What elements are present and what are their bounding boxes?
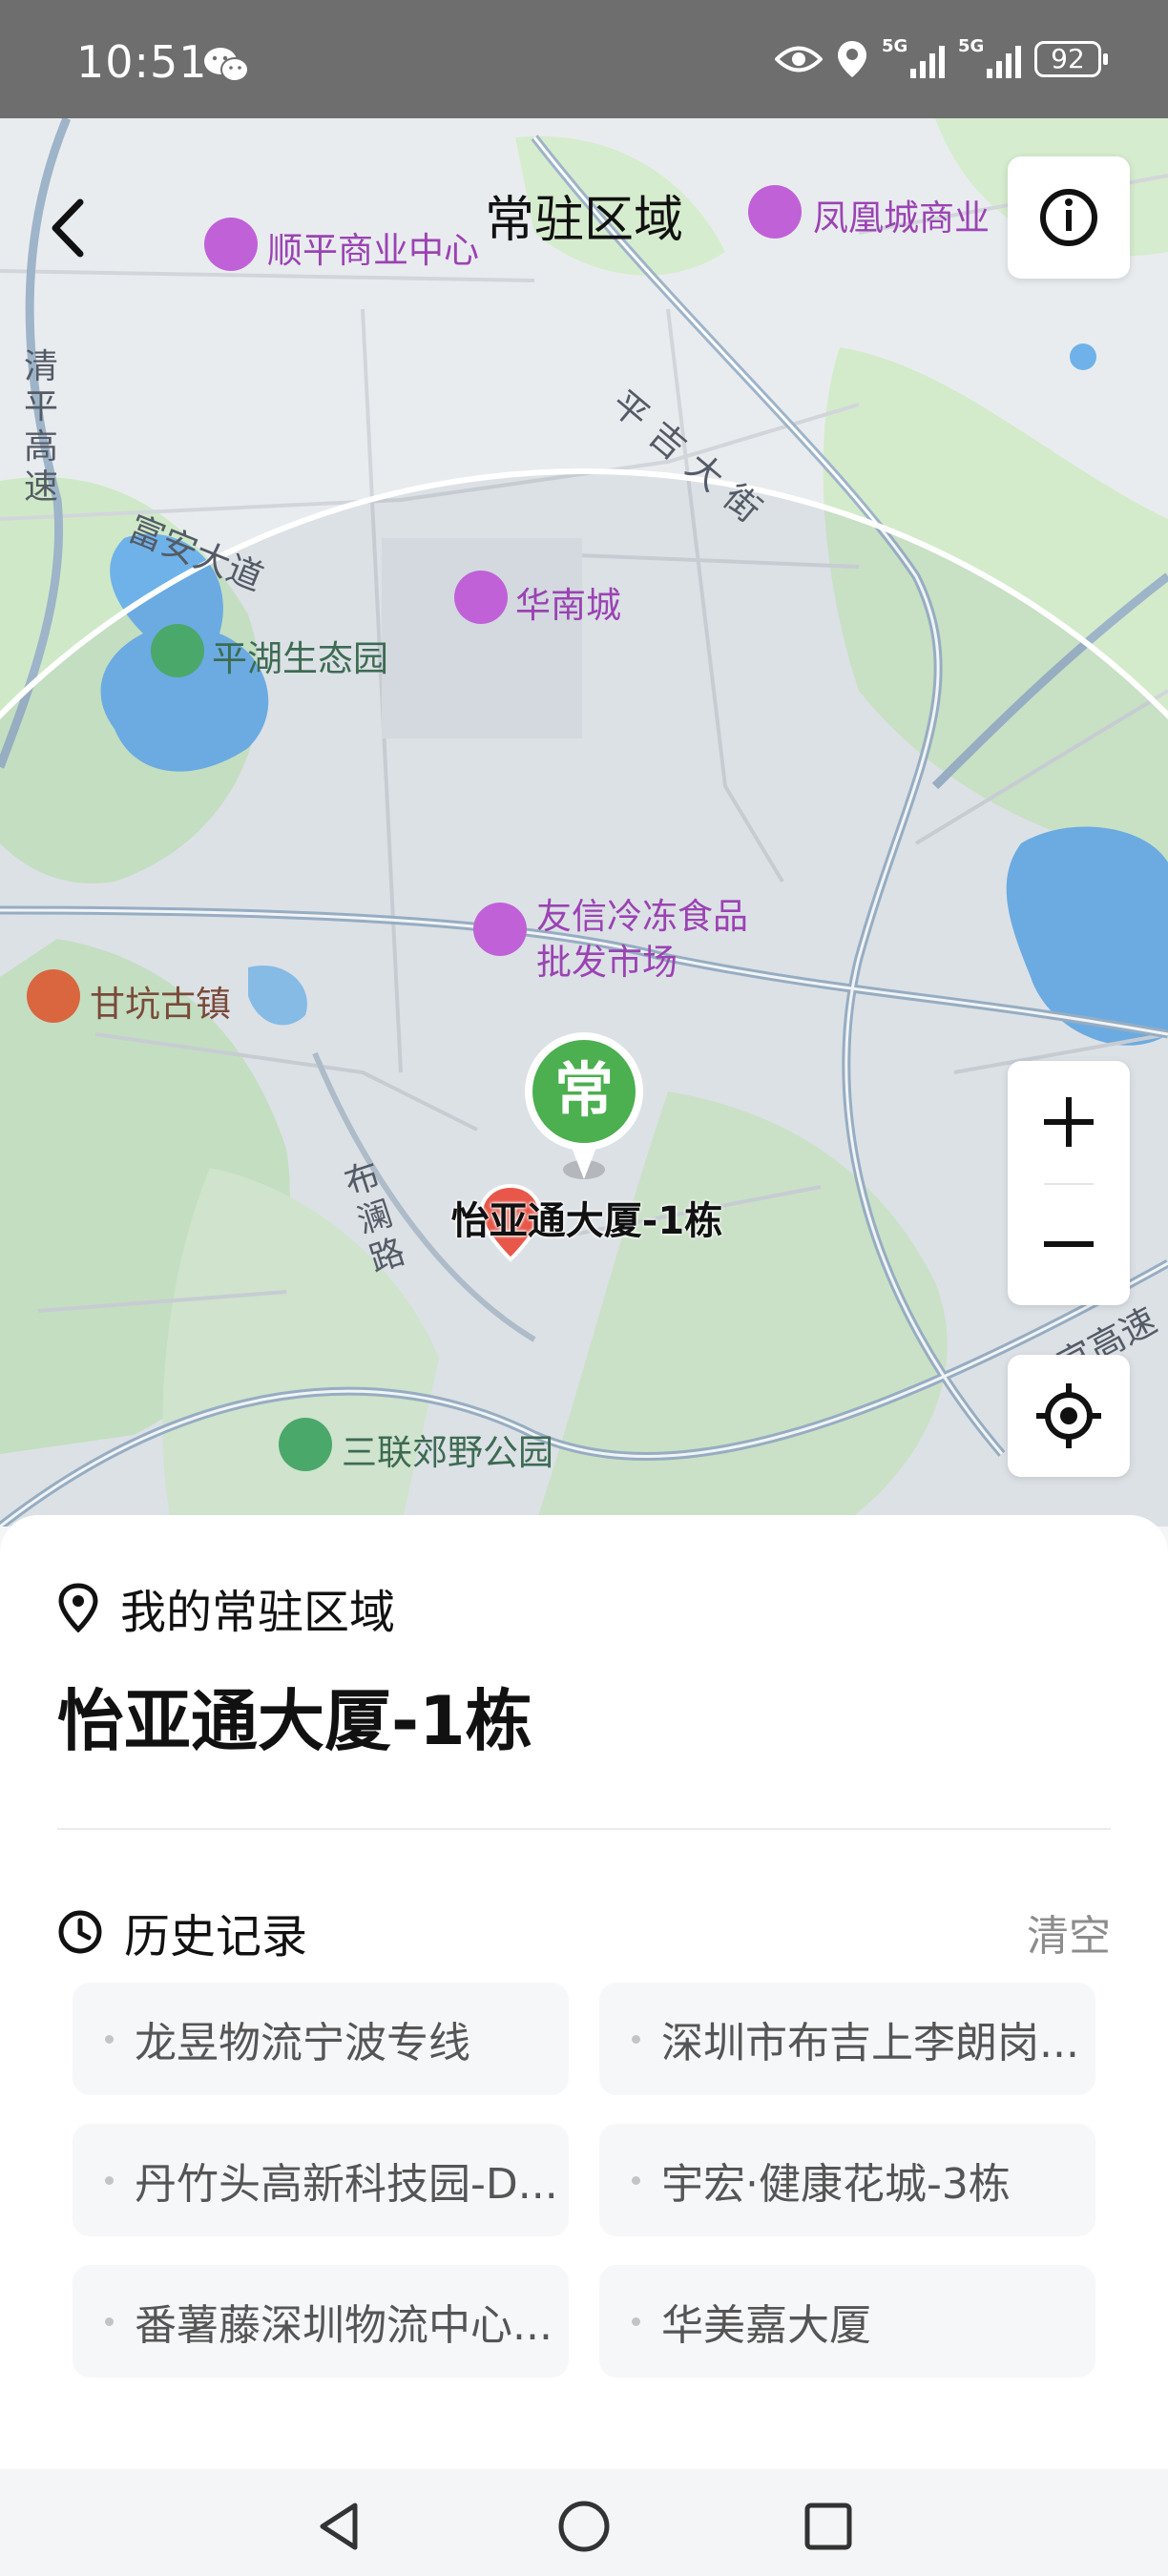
poi-label-pinghu-park: 平湖生态园 [212, 638, 388, 679]
nav-back-icon[interactable] [311, 2498, 368, 2555]
history-chip-label: 番薯藤深圳物流中心... [135, 2301, 553, 2350]
locate-icon [1036, 1383, 1101, 1448]
poi-label-sanlian: 三联郊野公园 [342, 1432, 553, 1473]
divider [57, 1828, 1111, 1830]
bullet [632, 2034, 640, 2044]
poi-label-huanancheng: 华南城 [515, 585, 621, 626]
eye-icon [775, 46, 823, 73]
location-pin-outline-icon [58, 1583, 98, 1632]
zoom-in-button[interactable] [1008, 1061, 1130, 1183]
bullet [105, 2316, 114, 2326]
marker-label: 怡亚通大厦-1栋 [450, 1199, 723, 1243]
bullet [105, 2034, 114, 2044]
map-base [0, 118, 1168, 1527]
history-chip[interactable]: 龙昱物流宁波专线 [73, 1983, 569, 2095]
status-bar: 10:51 5G 5G 92 [0, 0, 1168, 118]
park-icon [151, 624, 204, 677]
road-label-qingping: 清平高速 [23, 347, 58, 507]
history-chip-label: 深圳市布吉上李朗岗... [661, 2019, 1079, 2067]
history-header: 历史记录 [57, 1899, 307, 1965]
history-title: 历史记录 [124, 1910, 308, 1963]
poi-label-youxin-1: 友信冷冻食品 [536, 896, 748, 937]
poi-label-youxin-2: 批发市场 [536, 942, 678, 983]
history-chip[interactable]: 番薯藤深圳物流中心... [73, 2265, 569, 2378]
history-chip-label: 华美嘉大厦 [661, 2301, 871, 2350]
clock-icon [58, 1910, 102, 1954]
poi-label-gankeng: 甘坑古镇 [90, 984, 231, 1025]
region-sheet: 我的常驻区域 怡亚通大厦-1栋 历史记录 清空 龙昱物流宁波专线 深圳市布吉上李… [0, 1515, 1168, 2469]
landmark-icon [27, 969, 80, 1023]
my-region-title: 我的常驻区域 [120, 1586, 396, 1639]
history-chip[interactable]: 华美嘉大厦 [599, 2265, 1095, 2378]
history-chip[interactable]: 丹竹头高新科技园-D... [73, 2124, 569, 2236]
battery-icon: 92 [1034, 41, 1108, 77]
my-region-header: 我的常驻区域 [57, 1574, 395, 1641]
nav-recents-icon[interactable] [800, 2498, 857, 2555]
zoom-out-button[interactable] [1008, 1183, 1130, 1305]
history-chip-label: 宇宏·健康花城-3栋 [661, 2160, 1011, 2209]
signal-label-2: 5G [958, 36, 985, 56]
signal-icon-2: 5G [958, 36, 1021, 78]
zoom-controls [1008, 1061, 1130, 1305]
market-icon-2 [473, 903, 527, 956]
history-chip-label: 丹竹头高新科技园-D... [135, 2160, 558, 2209]
park-icon-2 [279, 1418, 332, 1471]
bullet [632, 2316, 640, 2326]
system-nav-bar [0, 2469, 1168, 2576]
location-status-icon [838, 41, 866, 77]
region-name: 怡亚通大厦-1栋 [57, 1682, 532, 1760]
locate-button[interactable] [1008, 1355, 1130, 1477]
signal-icon: 5G [882, 36, 945, 78]
history-chip-label: 龙昱物流宁波专线 [135, 2019, 470, 2067]
status-time: 10:51 [76, 36, 208, 88]
bullet [105, 2175, 114, 2185]
info-button[interactable] [1008, 156, 1130, 279]
bullet [632, 2175, 640, 2185]
page-title: 常驻区域 [484, 192, 683, 249]
wechat-icon [204, 48, 249, 82]
history-chip[interactable]: 宇宏·健康花城-3栋 [599, 2124, 1095, 2236]
map-view[interactable]: 顺平商业中心 凤凰城商业 华南城 友信冷冻食品 批发市场 平湖生态园 甘坑古镇 … [0, 118, 1168, 1527]
clear-history-button[interactable]: 清空 [1027, 1901, 1111, 1963]
signal-label: 5G [882, 36, 908, 56]
info-icon [1040, 189, 1097, 246]
history-chip[interactable]: 深圳市布吉上李朗岗... [599, 1983, 1095, 2095]
nav-home-icon[interactable] [555, 2498, 613, 2555]
market-icon [454, 571, 508, 624]
marker-badge: 常 [553, 1055, 614, 1125]
